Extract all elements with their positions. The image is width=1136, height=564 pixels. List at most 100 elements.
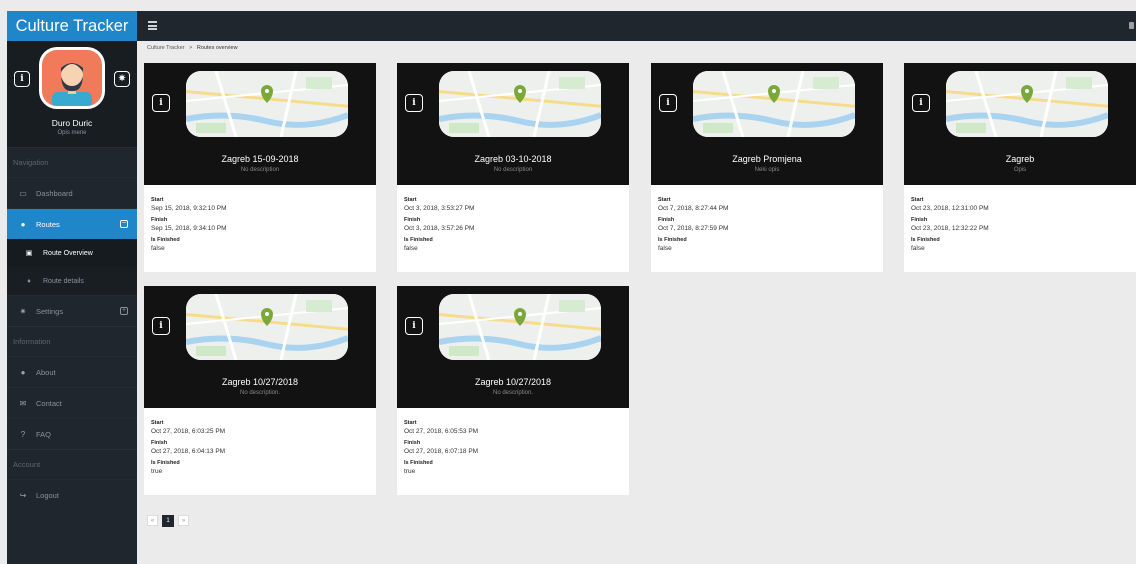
route-title[interactable]: Zagreb 03-10-2018 bbox=[397, 154, 629, 164]
route-description: No description bbox=[240, 167, 280, 173]
sidebar-item-route-details[interactable]: ♦ Route details bbox=[7, 267, 137, 295]
section-information: Information bbox=[7, 326, 137, 356]
route-card[interactable]: i Zagreb 10/27/2018 No description. Star… bbox=[397, 286, 629, 495]
route-map-thumbnail[interactable] bbox=[186, 71, 348, 137]
prev-page-button[interactable]: « bbox=[147, 515, 158, 526]
info-icon[interactable]: i bbox=[14, 71, 30, 87]
route-card-header: i Zagreb 10/27/2018 No description. bbox=[397, 286, 629, 408]
route-card[interactable]: i Zagreb Promjena Neki opis Start Oct 7,… bbox=[651, 63, 883, 272]
sidebar-item-label: FAQ bbox=[36, 429, 52, 439]
start-label: Start bbox=[404, 420, 417, 426]
route-title[interactable]: Zagreb Promjena bbox=[651, 154, 883, 164]
breadcrumb-root[interactable]: Culture Tracker bbox=[147, 45, 185, 51]
start-value: Oct 23, 2018, 12:31:00 PM bbox=[911, 205, 989, 212]
start-label: Start bbox=[404, 197, 417, 203]
route-card-header: i Zagreb Promjena Neki opis bbox=[651, 63, 883, 185]
route-card-header: i Zagreb 15-09-2018 No description bbox=[144, 63, 376, 185]
menu-icon[interactable] bbox=[148, 21, 157, 30]
is-finished-label: Is Finished bbox=[404, 237, 433, 243]
is-finished-value: false bbox=[151, 245, 165, 252]
route-card-header: i Zagreb 10/27/2018 No description. bbox=[144, 286, 376, 408]
question-icon: ? bbox=[20, 429, 26, 439]
is-finished-label: Is Finished bbox=[151, 237, 180, 243]
finish-value: Oct 23, 2018, 12:32:22 PM bbox=[911, 225, 989, 232]
breadcrumb: Culture Tracker > Routes overview bbox=[147, 45, 238, 51]
map-marker-icon: ♦ bbox=[27, 277, 31, 285]
route-map-thumbnail[interactable] bbox=[186, 294, 348, 360]
app-title[interactable]: Culture Tracker bbox=[7, 11, 137, 41]
route-card-body: Start Oct 27, 2018, 6:05:53 PM Finish Oc… bbox=[397, 408, 629, 476]
start-value: Oct 7, 2018, 8:27:44 PM bbox=[658, 205, 729, 212]
start-label: Start bbox=[911, 197, 924, 203]
route-map-thumbnail[interactable] bbox=[693, 71, 855, 137]
is-finished-label: Is Finished bbox=[151, 460, 180, 466]
route-title[interactable]: Zagreb 10/27/2018 bbox=[144, 377, 376, 387]
finish-label: Finish bbox=[151, 217, 168, 223]
top-navbar bbox=[137, 11, 1136, 41]
sidebar-item-label: About bbox=[36, 367, 56, 377]
page-1-button[interactable]: 1 bbox=[162, 515, 174, 527]
next-page-button[interactable]: » bbox=[178, 515, 189, 526]
sidebar-item-route-overview[interactable]: ▣ Route Overview bbox=[7, 239, 137, 267]
route-title[interactable]: Zagreb 15-09-2018 bbox=[144, 154, 376, 164]
info-icon[interactable]: i bbox=[152, 317, 170, 335]
route-map-thumbnail[interactable] bbox=[946, 71, 1108, 137]
sidebar-item-routes[interactable]: ● Routes − bbox=[7, 208, 137, 239]
start-value: Oct 3, 2018, 3:53:27 PM bbox=[404, 205, 475, 212]
start-value: Sep 15, 2018, 9:32:10 PM bbox=[151, 205, 227, 212]
sidebar-item-contact[interactable]: ✉ Contact bbox=[7, 387, 137, 418]
route-title[interactable]: Zagreb 10/27/2018 bbox=[397, 377, 629, 387]
finish-value: Oct 27, 2018, 6:07:18 PM bbox=[404, 448, 479, 455]
start-label: Start bbox=[658, 197, 671, 203]
info-icon[interactable]: i bbox=[659, 94, 677, 112]
expand-icon[interactable]: + bbox=[120, 307, 128, 315]
route-description: No description. bbox=[492, 390, 534, 396]
sidebar-item-label: Logout bbox=[36, 490, 59, 500]
sidebar-item-about[interactable]: ● About bbox=[7, 356, 137, 387]
route-map-thumbnail[interactable] bbox=[439, 71, 601, 137]
route-card[interactable]: i Zagreb 10/27/2018 No description. Star… bbox=[144, 286, 376, 495]
finish-label: Finish bbox=[404, 217, 421, 223]
route-description: Opis bbox=[1013, 167, 1027, 173]
avatar bbox=[39, 47, 105, 109]
route-card[interactable]: i Zagreb Opis Start Oct 23, 2018, 12:31:… bbox=[904, 63, 1136, 272]
finish-label: Finish bbox=[404, 440, 421, 446]
globe-icon: ● bbox=[20, 219, 26, 229]
is-finished-value: true bbox=[151, 468, 163, 475]
route-card-body: Start Oct 23, 2018, 12:31:00 PM Finish O… bbox=[904, 185, 1136, 253]
collapse-icon[interactable]: − bbox=[120, 220, 128, 228]
gear-icon: ✷ bbox=[19, 306, 27, 316]
sidebar-item-faq[interactable]: ? FAQ bbox=[7, 418, 137, 449]
route-card-header: i Zagreb 03-10-2018 No description bbox=[397, 63, 629, 185]
sidebar-item-logout[interactable]: ↪ Logout bbox=[7, 479, 137, 510]
info-icon[interactable]: i bbox=[405, 317, 423, 335]
envelope-icon: ✉ bbox=[19, 398, 27, 408]
sidebar-item-label: Dashboard bbox=[36, 188, 73, 198]
info-icon[interactable]: i bbox=[152, 94, 170, 112]
route-card[interactable]: i Zagreb 15-09-2018 No description Start… bbox=[144, 63, 376, 272]
user-menu-icon[interactable] bbox=[1129, 22, 1134, 29]
profile-subtitle: Opis mene bbox=[57, 130, 87, 136]
info-icon[interactable]: i bbox=[405, 94, 423, 112]
sidebar-item-label: Contact bbox=[36, 398, 62, 408]
start-label: Start bbox=[151, 197, 164, 203]
gear-icon[interactable]: ✷ bbox=[114, 71, 130, 87]
route-map-thumbnail[interactable] bbox=[439, 294, 601, 360]
is-finished-value: false bbox=[658, 245, 672, 252]
sidebar-item-label: Settings bbox=[36, 306, 64, 316]
route-title[interactable]: Zagreb bbox=[904, 154, 1136, 164]
finish-value: Sep 15, 2018, 9:34:10 PM bbox=[151, 225, 227, 232]
route-card-body: Start Oct 27, 2018, 6:03:25 PM Finish Oc… bbox=[144, 408, 376, 476]
sidebar-item-dashboard[interactable]: ▭ Dashboard bbox=[7, 177, 137, 208]
route-card-body: Start Oct 3, 2018, 3:53:27 PM Finish Oct… bbox=[397, 185, 629, 253]
image-icon: ▣ bbox=[25, 250, 33, 257]
sidebar: i ✷ Duro Duric Opis mene Navigation ▭ Da… bbox=[7, 41, 137, 564]
info-icon[interactable]: i bbox=[912, 94, 930, 112]
info-circle-icon: ● bbox=[20, 367, 26, 377]
sidebar-item-settings[interactable]: ✷ Settings + bbox=[7, 295, 137, 326]
route-card-header: i Zagreb Opis bbox=[904, 63, 1136, 185]
start-value: Oct 27, 2018, 6:05:53 PM bbox=[404, 428, 479, 435]
finish-value: Oct 7, 2018, 8:27:59 PM bbox=[658, 225, 729, 232]
sign-out-icon: ↪ bbox=[19, 490, 27, 500]
route-card[interactable]: i Zagreb 03-10-2018 No description Start… bbox=[397, 63, 629, 272]
